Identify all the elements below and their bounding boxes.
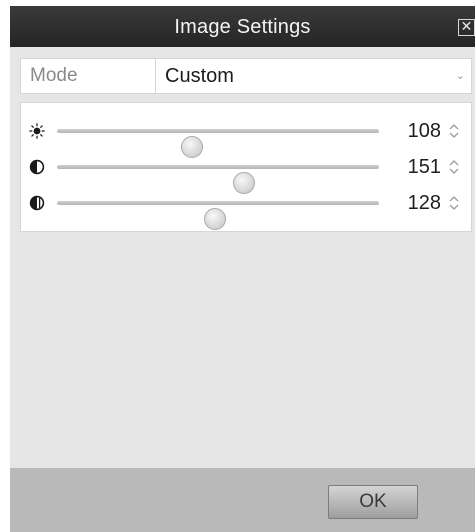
contrast-icon [29,159,45,175]
contrast-spinner-icon[interactable] [448,159,460,175]
saturation-value[interactable]: 128 [393,191,441,215]
sliders-panel: 108 151 128 [20,102,472,232]
brightness-row: 108 [21,113,471,158]
mode-row: Mode Custom ⌄ [20,58,472,94]
close-icon: ✕ [460,19,473,35]
saturation-spinner-icon[interactable] [448,195,460,211]
brightness-spinner-icon[interactable] [448,123,460,139]
contrast-row: 151 [21,149,471,194]
contrast-value[interactable]: 151 [393,155,441,179]
dialog-title: Image Settings [174,16,311,38]
contrast-slider-track[interactable] [57,165,379,194]
image-settings-dialog: Image Settings ✕ Mode Custom ⌄ 108 151 1… [10,6,475,532]
chevron-down-icon: ⌄ [455,70,465,82]
saturation-slider-thumb[interactable] [203,208,226,230]
brightness-icon [29,123,45,139]
saturation-row: 128 [21,185,471,230]
ok-button[interactable]: OK [328,485,418,519]
brightness-slider-track[interactable] [57,129,379,158]
dialog-footer: OK [10,468,475,532]
title-bar: Image Settings ✕ [10,6,475,47]
mode-select-value: Custom [165,65,234,87]
close-button[interactable]: ✕ [458,19,475,36]
saturation-slider-track[interactable] [57,201,379,230]
brightness-value[interactable]: 108 [393,119,441,143]
saturation-icon [29,195,45,211]
mode-label: Mode [21,59,156,93]
mode-select[interactable]: Custom ⌄ [156,59,471,93]
